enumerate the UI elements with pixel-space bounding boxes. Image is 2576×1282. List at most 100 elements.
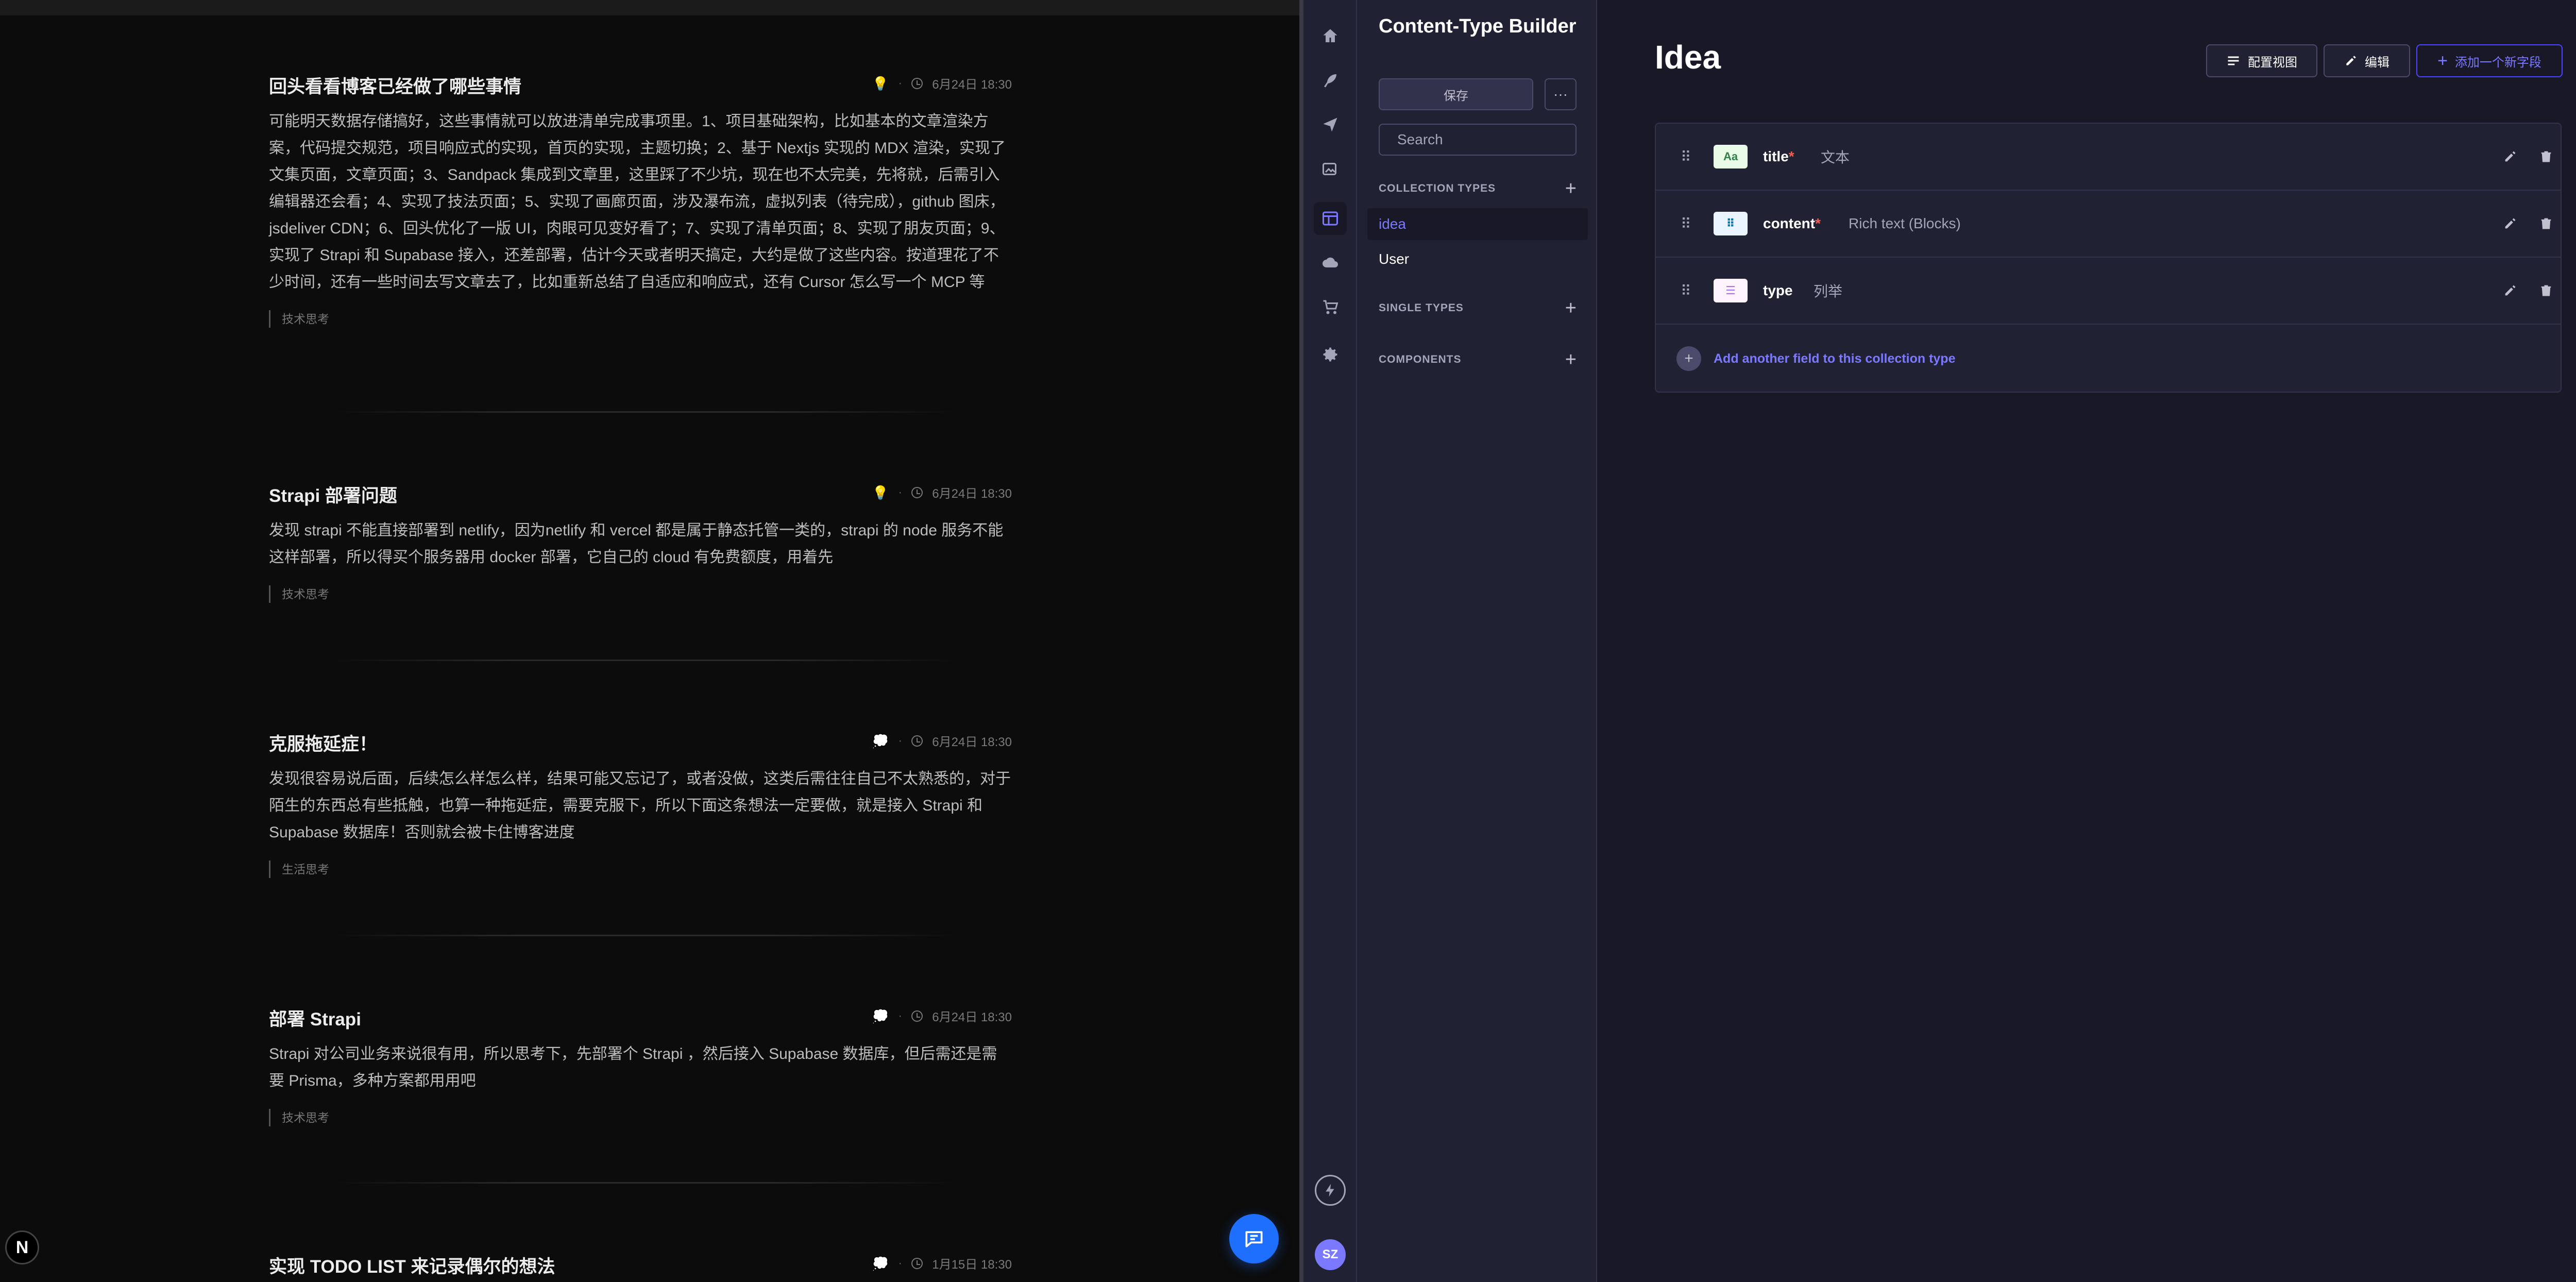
drag-handle-icon[interactable]: ⠿ [1681,215,1691,232]
post-card[interactable]: 克服拖延症！ 💭 · 6月24日 18:30 发现很容易说后面，后续怎么样怎么样… [269,730,1012,878]
lightning-icon [1326,1184,1334,1197]
more-options-button[interactable]: ··· [1545,78,1577,110]
add-another-field-link[interactable]: Add another field to this collection typ… [1714,351,1955,366]
post-tag[interactable]: 技术思考 [269,585,1012,603]
plus-icon: + [2437,51,2448,71]
post-divider [330,935,958,936]
post-tag[interactable]: 技术思考 [269,310,1012,328]
images-icon [1323,163,1336,175]
field-type: Rich text (Blocks) [1849,215,1961,231]
configure-view-button[interactable]: 配置视图 [2206,44,2317,77]
field-row-title[interactable]: ⠿ Aa title* 文本 [1656,124,2561,191]
content-type-sub-nav: Content-Type Builder 保存 ··· COLLECTION T… [1357,0,1597,1282]
main-nav: SZ [1303,0,1357,1282]
search-input[interactable] [1397,131,1583,148]
post-body: Strapi 对公司业务来说很有用，所以思考下，先部署个 Strapi ，然后接… [269,1045,997,1089]
post-title[interactable]: 克服拖延症！ [269,730,377,756]
add-another-field-row[interactable]: + Add another field to this collection t… [1656,325,2561,393]
post-title[interactable]: 回头看看博客已经做了哪些事情 [269,72,521,98]
clock-icon [911,77,923,89]
edit-field-pencil-icon[interactable] [2501,147,2519,166]
field-row-content[interactable]: ⠿ ⠿ content* Rich text (Blocks) [1656,191,2561,258]
add-single-type-plus-icon[interactable]: + [1565,298,1577,318]
post-tag[interactable]: 技术思考 [269,1109,1012,1126]
plus-circle-icon[interactable]: + [1676,346,1701,371]
add-component-plus-icon[interactable]: + [1565,350,1577,369]
post-tag[interactable]: 生活思考 [269,861,1012,878]
layout-icon [1323,211,1338,226]
post-card[interactable]: 实现 TODO LIST 来记录偶尔的想法 💭 · 1月15日 18:30 [269,1252,1012,1282]
delete-field-trash-icon[interactable] [2537,147,2555,166]
nextjs-dev-badge[interactable]: N [5,1230,39,1264]
nav-content-type-builder[interactable] [1314,202,1347,235]
post-meta: 💡 · 6月24日 18:30 [872,74,1012,92]
edit-label: 编辑 [2365,55,2389,70]
add-collection-type-plus-icon[interactable]: + [1565,179,1577,198]
field-row-type[interactable]: ⠿ ☰ type 列举 [1656,258,2561,325]
collection-types-header: COLLECTION TYPES + [1379,178,1577,199]
post-date: 6月24日 18:30 [932,487,1012,501]
thought-bubble-icon: 💭 [872,1255,889,1271]
nav-cloud[interactable] [1314,246,1347,279]
required-marker: * [1815,215,1821,231]
post-card[interactable]: Strapi 部署问题 💡 · 6月24日 18:30 发现 strapi 不能… [269,481,1012,603]
avatar[interactable]: SZ [1315,1239,1346,1270]
paper-plane-icon [1323,117,1337,132]
edit-field-pencil-icon[interactable] [2501,281,2519,300]
page-title: Idea [1655,39,1721,76]
content-type-editor: Idea 配置视图 编辑 + 添加一个新字段 ⠿ Aa title* 文本 ⠿ … [1597,0,2576,1282]
edit-button[interactable]: 编辑 [2324,44,2410,77]
add-new-field-button[interactable]: + 添加一个新字段 [2416,44,2563,77]
fields-table: ⠿ Aa title* 文本 ⠿ ⠿ content* Rich text (B… [1655,123,2562,393]
post-date: 6月24日 18:30 [932,78,1012,92]
blog-top-bar [0,0,1299,15]
field-type: 文本 [1821,149,1850,165]
meta-separator: · [898,733,903,748]
rich-text-field-type-icon: ⠿ [1714,212,1748,235]
shopping-cart-icon [1323,300,1338,314]
post-title[interactable]: 实现 TODO LIST 来记录偶尔的想法 [269,1252,555,1278]
list-settings-icon [2228,56,2239,65]
edit-field-pencil-icon[interactable] [2501,214,2519,233]
nav-upgrade[interactable] [1315,1175,1346,1206]
nav-settings[interactable] [1314,338,1347,371]
post-card[interactable]: 回头看看博客已经做了哪些事情 💡 · 6月24日 18:30 可能明天数据存储搞… [269,72,1012,328]
components-label: COMPONENTS [1379,353,1462,365]
collection-type-item-user[interactable]: User [1367,243,1588,275]
nav-marketplace[interactable] [1314,291,1347,324]
field-name-text: content [1763,215,1816,231]
save-button[interactable]: 保存 [1379,78,1533,110]
post-divider [330,411,958,413]
field-name: title* [1763,148,1794,165]
home-icon [1323,29,1337,42]
chat-button[interactable] [1229,1214,1279,1263]
collection-types-label: COLLECTION TYPES [1379,182,1496,194]
single-types-header: SINGLE TYPES + [1379,298,1577,318]
chat-icon [1245,1231,1263,1247]
delete-field-trash-icon[interactable] [2537,214,2555,233]
nav-home[interactable] [1314,20,1347,53]
components-header: COMPONENTS + [1379,349,1577,370]
strapi-admin: SZ Content-Type Builder 保存 ··· COLLECTIO… [1303,0,2576,1282]
nav-media-library[interactable] [1314,153,1347,185]
thought-bubble-icon: 💭 [872,1008,889,1024]
search-field[interactable] [1379,124,1583,156]
post-title[interactable]: 部署 Strapi [269,1005,361,1031]
delete-field-trash-icon[interactable] [2537,281,2555,300]
required-marker: * [1788,148,1794,164]
nav-deploy[interactable] [1314,108,1347,141]
drag-handle-icon[interactable]: ⠿ [1681,148,1691,165]
drag-handle-icon[interactable]: ⠿ [1681,282,1691,299]
post-meta: 💡 · 6月24日 18:30 [872,483,1012,501]
post-meta: 💭 · 6月24日 18:30 [872,1007,1012,1025]
pencil-icon [2346,56,2356,65]
collection-type-item-idea[interactable]: idea [1367,208,1588,240]
nav-content-manager[interactable] [1314,64,1347,97]
post-title[interactable]: Strapi 部署问题 [269,481,397,508]
single-types-label: SINGLE TYPES [1379,302,1464,314]
meta-separator: · [898,485,903,499]
add-new-field-label: 添加一个新字段 [2454,55,2541,70]
enumeration-field-type-icon: ☰ [1714,279,1748,302]
window-divider[interactable] [1299,0,1303,1282]
post-card[interactable]: 部署 Strapi 💭 · 6月24日 18:30 Strapi 对公司业务来说… [269,1005,1012,1126]
